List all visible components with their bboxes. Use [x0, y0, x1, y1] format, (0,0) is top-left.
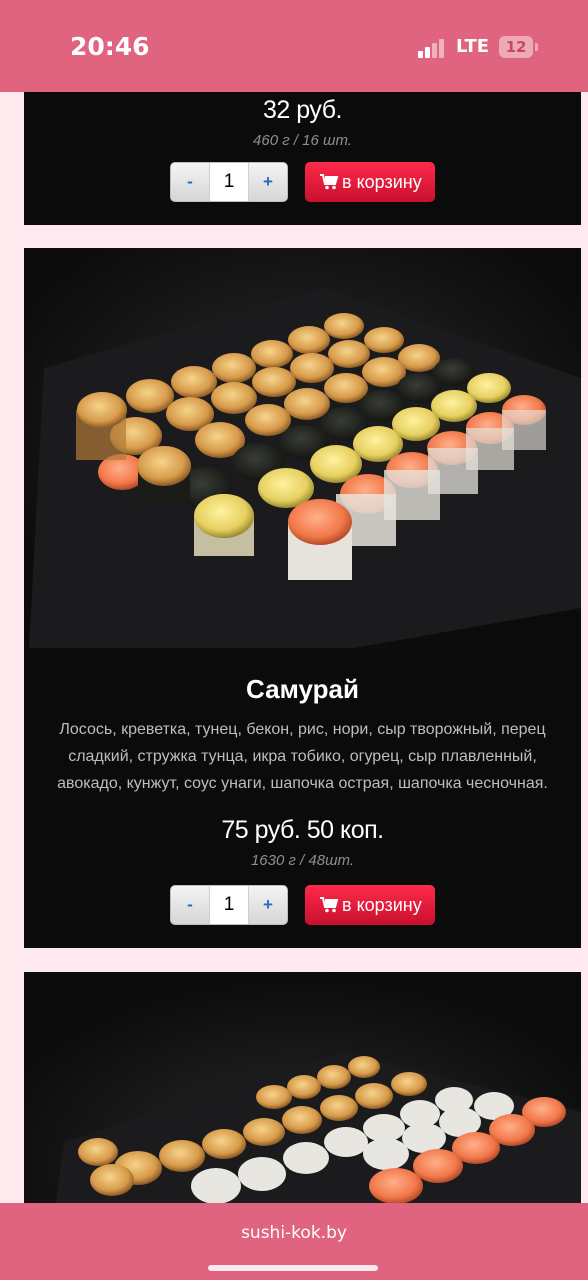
product-price: 75 руб. 50 коп. — [221, 816, 384, 844]
product-weight: 460 г / 16 шт. — [253, 132, 352, 149]
quantity-stepper: - 1 + — [170, 162, 288, 202]
increase-button[interactable]: + — [249, 163, 287, 201]
add-to-cart-button[interactable]: в корзину — [305, 885, 435, 925]
cart-button-label: в корзину — [342, 895, 422, 915]
product-photo[interactable] — [24, 248, 581, 648]
cart-icon — [320, 174, 339, 190]
battery-level: 12 — [505, 38, 527, 56]
product-description: Лосось, креветка, тунец, бекон, рис, нор… — [57, 721, 548, 792]
product-title[interactable]: Самурай — [24, 674, 581, 705]
cart-icon — [320, 897, 339, 913]
quantity-input[interactable]: 1 — [209, 163, 249, 201]
decrease-button[interactable]: - — [171, 886, 209, 924]
home-indicator[interactable] — [208, 1265, 378, 1271]
status-bar: 20:46 LTE 12 — [0, 0, 588, 92]
quantity-stepper: - 1 + — [170, 885, 288, 925]
buy-row: - 1 + в корзину — [24, 885, 581, 925]
product-weight: 1630 г / 48шт. — [250, 852, 355, 869]
browser-address-bar[interactable]: sushi-kok.by — [0, 1203, 588, 1280]
add-to-cart-button[interactable]: в корзину — [305, 162, 435, 202]
battery-icon: 12 — [499, 36, 538, 58]
increase-button[interactable]: + — [249, 886, 287, 924]
url-text[interactable]: sushi-kok.by — [0, 1223, 588, 1243]
decrease-button[interactable]: - — [171, 163, 209, 201]
product-price: 32 руб. — [263, 96, 342, 124]
quantity-input[interactable]: 1 — [209, 886, 249, 924]
product-card-samurai: Самурай Лосось, креветка, тунец, бекон, … — [24, 248, 581, 948]
buy-row: - 1 + в корзину — [24, 162, 581, 202]
status-time: 20:46 — [70, 32, 150, 61]
cart-button-label: в корзину — [342, 172, 422, 192]
signal-icon — [418, 38, 448, 58]
network-type: LTE — [456, 36, 490, 57]
